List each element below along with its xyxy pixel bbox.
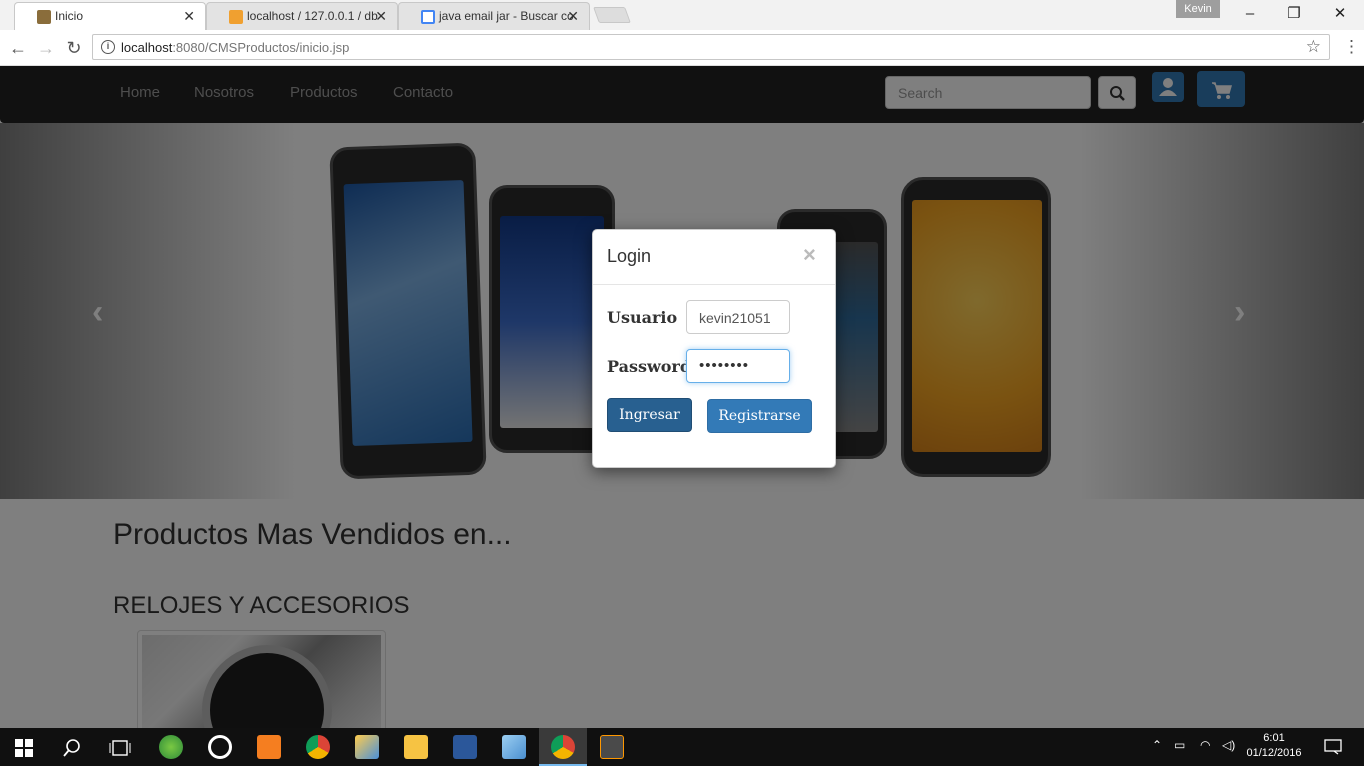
- username-label: Usuario: [607, 308, 678, 327]
- info-icon[interactable]: i: [101, 40, 115, 54]
- tab-inicio[interactable]: Inicio ✕: [14, 2, 206, 30]
- browser-tab-strip: Inicio ✕ localhost / 127.0.0.1 / db ✕ ja…: [0, 0, 1364, 30]
- chrome-icon[interactable]: [551, 735, 575, 759]
- google-favicon-icon: [421, 10, 435, 24]
- url-host: localhost: [121, 40, 173, 55]
- clock-time: 6:01: [1263, 732, 1285, 744]
- login-modal: Login × Usuario kevin21051 Password ••••…: [592, 229, 836, 468]
- chrome-icon[interactable]: [306, 735, 330, 759]
- close-window-icon[interactable]: ✕: [1318, 3, 1362, 25]
- register-button[interactable]: Registrarse: [707, 399, 812, 433]
- username-field[interactable]: kevin21051: [686, 300, 790, 334]
- minimize-icon[interactable]: –: [1228, 3, 1272, 25]
- battery-icon[interactable]: ▭: [1174, 738, 1185, 752]
- password-label: Password: [607, 357, 692, 376]
- windows-start-icon[interactable]: [15, 739, 33, 757]
- back-arrow-icon[interactable]: ←: [8, 38, 28, 59]
- forward-arrow-icon[interactable]: →: [36, 38, 56, 59]
- new-tab-button[interactable]: [593, 7, 631, 23]
- system-clock[interactable]: 6:01 01/12/2016: [1242, 731, 1306, 761]
- file-explorer-icon[interactable]: [404, 735, 428, 759]
- url-input[interactable]: i localhost:8080/CMSProductos/inicio.jsp…: [92, 34, 1330, 60]
- clock-date: 01/12/2016: [1246, 747, 1302, 759]
- word-icon[interactable]: [453, 735, 477, 759]
- windows-taskbar: ⌃ ▭ ◠ ◁) 6:01 01/12/2016: [0, 728, 1364, 766]
- close-tab-icon[interactable]: ✕: [567, 8, 579, 25]
- bookmark-star-icon[interactable]: ☆: [1306, 37, 1321, 57]
- browser-menu-icon[interactable]: ⋮: [1343, 37, 1360, 57]
- restore-icon[interactable]: ❐: [1272, 3, 1316, 25]
- phpmyadmin-favicon-icon: [229, 10, 243, 24]
- login-button[interactable]: Ingresar: [607, 398, 692, 432]
- close-tab-icon[interactable]: ✕: [183, 8, 195, 25]
- search-icon[interactable]: [62, 738, 82, 758]
- sublime-text-icon[interactable]: [600, 735, 624, 759]
- tab-title: java email jar - Buscar co: [439, 9, 574, 23]
- xampp-icon[interactable]: [257, 735, 281, 759]
- profile-badge[interactable]: Kevin: [1176, 0, 1220, 18]
- app-ring-icon[interactable]: [208, 735, 232, 759]
- tab-title: localhost / 127.0.0.1 / db: [247, 9, 378, 23]
- tab-title: Inicio: [55, 9, 84, 23]
- show-hidden-icons-icon[interactable]: ⌃: [1152, 738, 1162, 752]
- password-field[interactable]: ••••••••: [686, 349, 790, 383]
- wifi-icon[interactable]: ◠: [1200, 738, 1210, 752]
- task-view-icon[interactable]: [109, 739, 131, 757]
- virtualbox-icon[interactable]: [502, 735, 526, 759]
- app-globe-icon[interactable]: [159, 735, 183, 759]
- close-icon[interactable]: ×: [803, 242, 816, 268]
- modal-title: Login: [607, 246, 652, 266]
- web-page: Home Nosotros Productos Contacto Search: [0, 66, 1364, 728]
- address-bar: ← → ↻ i localhost:8080/CMSProductos/inic…: [0, 30, 1364, 66]
- notifications-icon[interactable]: [1324, 739, 1342, 755]
- page-favicon-icon: [37, 10, 51, 24]
- tab-phpmyadmin[interactable]: localhost / 127.0.0.1 / db ✕: [206, 2, 398, 30]
- tab-google-search[interactable]: java email jar - Buscar co ✕: [398, 2, 590, 30]
- paint-icon[interactable]: [355, 735, 379, 759]
- url-path: :8080/CMSProductos/inicio.jsp: [172, 40, 350, 55]
- modal-divider: [593, 284, 835, 285]
- close-tab-icon[interactable]: ✕: [375, 8, 387, 25]
- reload-icon[interactable]: ↻: [64, 38, 84, 59]
- volume-icon[interactable]: ◁): [1222, 738, 1235, 752]
